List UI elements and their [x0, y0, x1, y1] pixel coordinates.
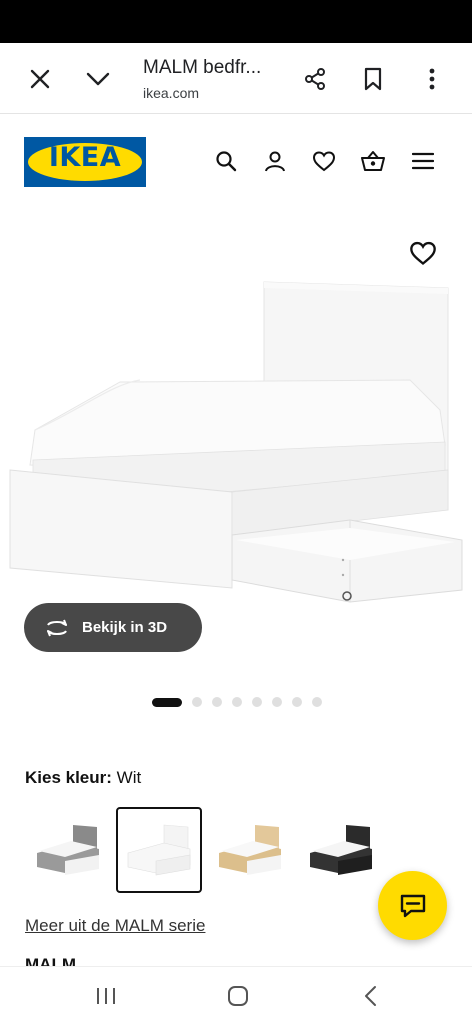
carousel-dot[interactable]: [192, 697, 202, 707]
white-bed-thumbnail: [127, 824, 191, 876]
search-icon[interactable]: [212, 147, 240, 175]
swatch-oak[interactable]: [207, 807, 293, 893]
product-gallery[interactable]: Bekijk in 3D: [0, 210, 472, 680]
page-url: ikea.com: [143, 85, 200, 101]
status-bar: [0, 0, 472, 43]
black-brown-bed-thumbnail: [310, 825, 372, 875]
recents-icon[interactable]: [93, 983, 119, 1009]
home-icon[interactable]: [225, 983, 251, 1009]
swatch-white[interactable]: [116, 807, 202, 893]
chevron-down-icon[interactable]: [80, 61, 116, 97]
share-icon[interactable]: [297, 61, 333, 97]
carousel-dot[interactable]: [232, 697, 242, 707]
carousel-dot[interactable]: [212, 697, 222, 707]
bookmark-icon[interactable]: [355, 61, 391, 97]
favourite-heart-icon[interactable]: [409, 240, 437, 268]
swatch-gray[interactable]: [25, 807, 111, 893]
user-icon[interactable]: [261, 147, 289, 175]
product-name-heading: MALM: [25, 955, 76, 966]
back-icon[interactable]: [357, 983, 383, 1009]
site-header: IKEA: [0, 114, 472, 210]
more-vert-icon[interactable]: [414, 61, 450, 97]
carousel-dot[interactable]: [292, 697, 302, 707]
menu-icon[interactable]: [409, 147, 437, 175]
carousel-dot[interactable]: [152, 697, 182, 707]
basket-icon[interactable]: [359, 147, 387, 175]
carousel-dot[interactable]: [272, 697, 282, 707]
chat-button[interactable]: [378, 871, 447, 940]
bed-product-image: [9, 281, 463, 603]
chat-icon: [400, 894, 425, 917]
gray-bed-thumbnail: [37, 825, 99, 875]
colour-selector-label: Kies kleur: Wit: [25, 768, 141, 788]
colour-value: Wit: [116, 768, 142, 787]
carousel-dot[interactable]: [312, 697, 322, 707]
image-carousel-indicator[interactable]: [152, 696, 322, 708]
ikea-logo[interactable]: IKEA: [24, 137, 146, 187]
series-link[interactable]: Meer uit de MALM serie: [25, 916, 205, 936]
colour-key: Kies kleur:: [25, 768, 112, 787]
logo-text: IKEA: [48, 142, 122, 173]
page-title: MALM bedfr...: [143, 57, 262, 78]
close-icon[interactable]: [22, 61, 58, 97]
oak-bed-thumbnail: [219, 825, 281, 875]
rotate-3d-icon: [47, 619, 67, 636]
view-in-3d-label: Bekijk in 3D: [82, 619, 168, 636]
swatch-black-brown[interactable]: [298, 807, 384, 893]
heart-icon[interactable]: [310, 147, 338, 175]
view-in-3d-button[interactable]: Bekijk in 3D: [24, 603, 202, 652]
carousel-dot[interactable]: [252, 697, 262, 707]
browser-toolbar: MALM bedfr... ikea.com: [0, 43, 472, 114]
android-nav-bar: [0, 966, 472, 1024]
